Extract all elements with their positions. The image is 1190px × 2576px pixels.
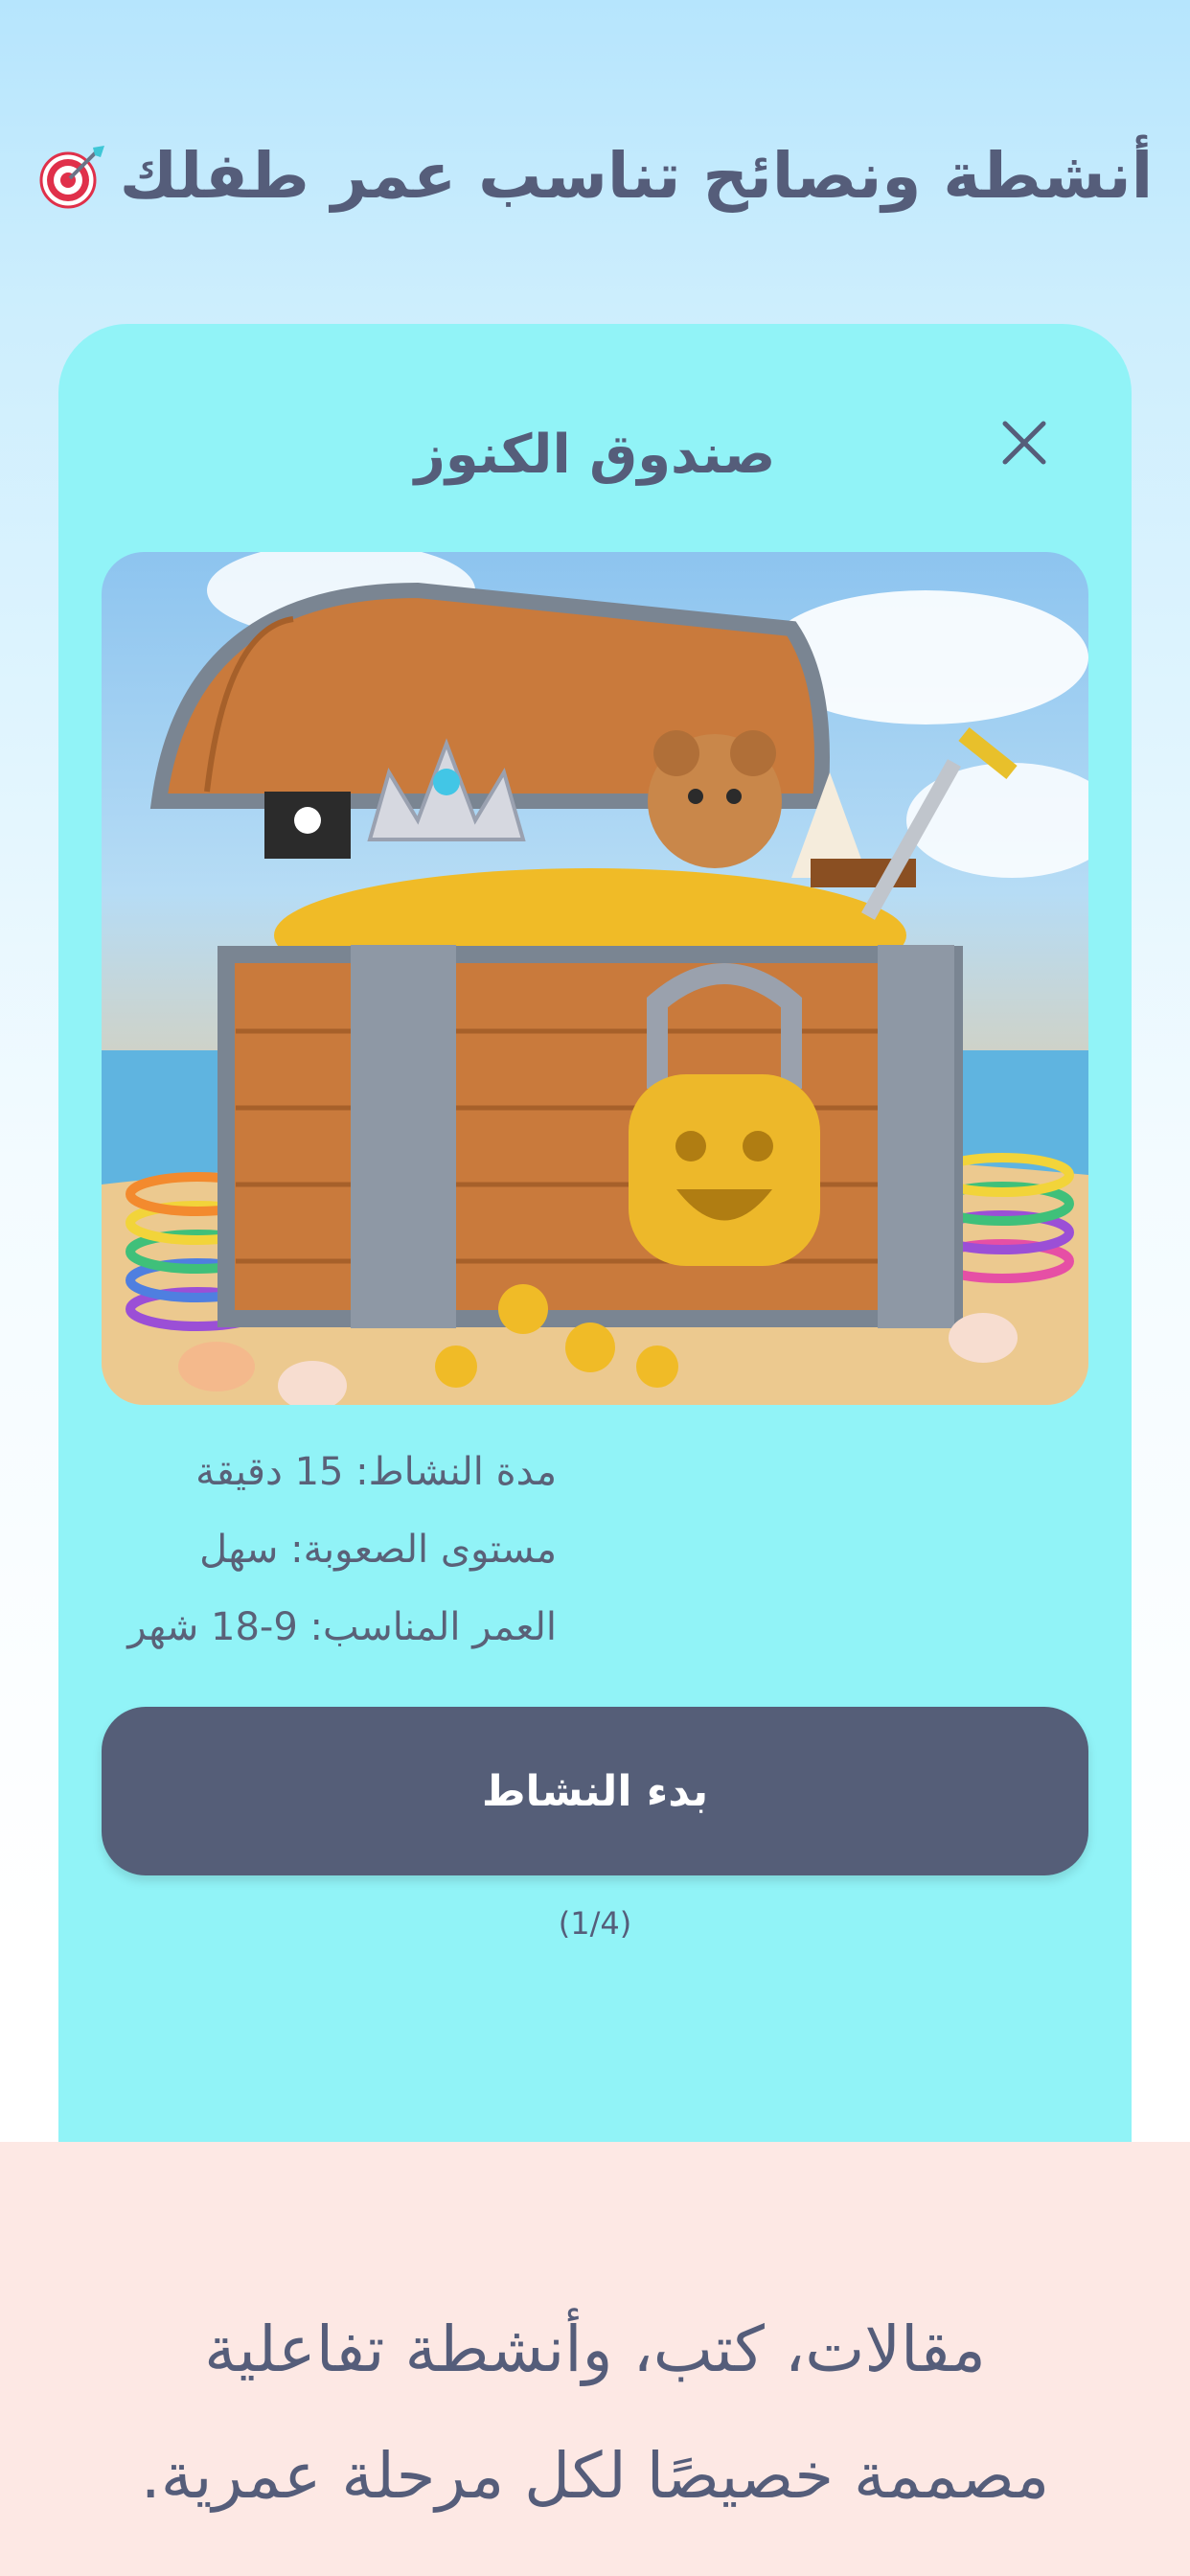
page-title: أنشطة ونصائح تناسب عمر طفلك xyxy=(0,139,1190,213)
target-dart-icon xyxy=(37,142,106,211)
activity-image xyxy=(102,552,1088,1405)
footer-line-1: مقالات، كتب، وأنشطة تفاعلية xyxy=(204,2312,986,2386)
close-button[interactable] xyxy=(997,416,1051,470)
card-header: صندوق الكنوز xyxy=(58,406,1132,502)
start-activity-label: بدء النشاط xyxy=(481,1766,709,1816)
activity-age: العمر المناسب: 9-18 شهر xyxy=(102,1605,1088,1649)
activity-age-text: العمر المناسب: 9-18 شهر xyxy=(127,1605,557,1649)
footer-banner: مقالات، كتب، وأنشطة تفاعلية مصممة خصيصًا… xyxy=(0,2142,1190,2576)
activity-card: صندوق الكنوز مدة النشاط: 15 دقيقة مستوى … xyxy=(58,324,1132,2193)
pager-indicator: (1/4) xyxy=(558,1905,632,1942)
footer-line-2: مصممة خصيصًا لكل مرحلة عمرية. xyxy=(140,2439,1050,2513)
activity-difficulty-text: مستوى الصعوبة: سهل xyxy=(199,1528,557,1572)
page-title-text: أنشطة ونصائح تناسب عمر طفلك xyxy=(119,139,1154,213)
activity-title: صندوق الكنوز xyxy=(414,423,776,486)
activity-duration-text: مدة النشاط: 15 دقيقة xyxy=(195,1450,557,1494)
activity-difficulty: مستوى الصعوبة: سهل xyxy=(102,1528,1088,1572)
close-icon xyxy=(1002,421,1046,465)
start-activity-button[interactable]: بدء النشاط xyxy=(102,1707,1088,1875)
activity-duration: مدة النشاط: 15 دقيقة xyxy=(102,1450,1088,1494)
